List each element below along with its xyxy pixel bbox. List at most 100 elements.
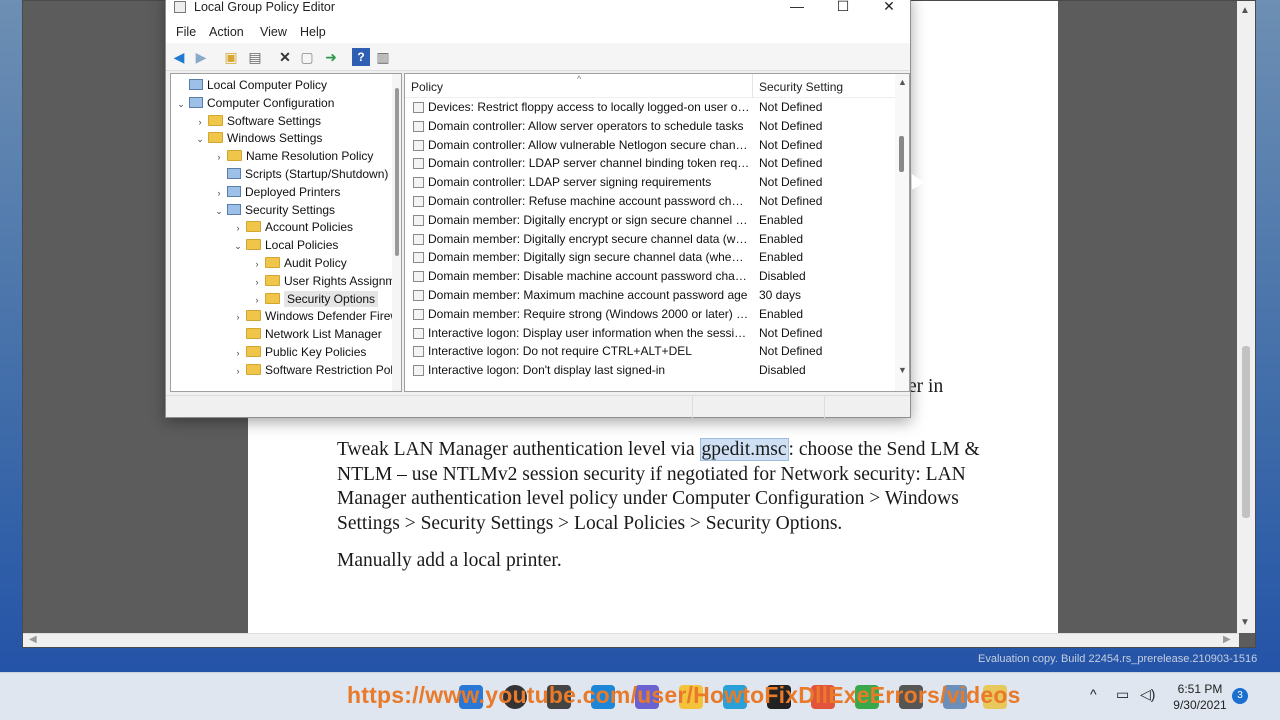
tree-node[interactable]: ⌄ Local Policies: [230, 236, 338, 254]
security-setting-value: Enabled: [759, 306, 804, 321]
menu-bar: File Action View Help: [166, 21, 910, 43]
scroll-up-icon[interactable]: ▲: [1240, 5, 1250, 16]
policy-row[interactable]: Interactive logon: Do not require CTRL+A…: [405, 342, 895, 361]
policy-row[interactable]: Domain member: Disable machine account p…: [405, 267, 895, 286]
policy-row[interactable]: Domain member: Digitally sign secure cha…: [405, 248, 895, 267]
tree-node[interactable]: › Windows Defender Firewall: [230, 307, 402, 325]
volume-icon[interactable]: ◁): [1140, 686, 1155, 703]
highlighted-text[interactable]: gpedit.msc: [699, 438, 789, 461]
scroll-left-icon[interactable]: ◀: [29, 634, 37, 645]
security-setting-value: Disabled: [759, 363, 806, 378]
chevron-right-icon[interactable]: ›: [230, 219, 246, 237]
menu-help[interactable]: Help: [300, 25, 326, 39]
security-setting-value: Not Defined: [759, 325, 823, 340]
tree-scroll-thumb[interactable]: [395, 88, 399, 256]
tree-node[interactable]: Local Computer Policy: [173, 76, 327, 94]
tree-node-label: Security Settings: [245, 202, 336, 217]
policy-row[interactable]: Domain controller: Allow server operator…: [405, 117, 895, 136]
policy-row[interactable]: Devices: Restrict floppy access to local…: [405, 98, 895, 117]
chevron-right-icon[interactable]: ›: [249, 291, 265, 309]
clock[interactable]: 6:51 PM 9/30/2021: [1168, 681, 1232, 713]
chevron-right-icon[interactable]: ›: [249, 273, 265, 291]
menu-view[interactable]: View: [260, 25, 287, 39]
forward-arrow-icon[interactable]: ▶: [192, 48, 210, 66]
status-bar: [166, 395, 910, 418]
tree-node[interactable]: › Software Restriction Policies: [230, 361, 402, 379]
export-icon[interactable]: ➜: [322, 48, 340, 66]
policy-row[interactable]: Domain member: Digitally encrypt secure …: [405, 230, 895, 249]
column-header-policy[interactable]: Policy: [411, 80, 443, 94]
policy-row[interactable]: Domain member: Maximum machine account p…: [405, 286, 895, 305]
policy-name: Interactive logon: Don't display last si…: [428, 363, 666, 378]
tree-node[interactable]: › Audit Policy: [249, 254, 347, 272]
gpedit-app-icon: [174, 1, 186, 13]
document-paragraph: Tweak LAN Manager authentication level v…: [337, 438, 987, 536]
scroll-right-icon[interactable]: ▶: [1223, 634, 1231, 645]
security-setting-value: Not Defined: [759, 175, 823, 190]
scroll-down-icon[interactable]: ▼: [898, 365, 907, 375]
column-header-security-setting[interactable]: Security Setting: [759, 80, 843, 94]
close-button[interactable]: ✕: [866, 0, 912, 18]
chevron-right-icon[interactable]: ›: [211, 184, 227, 202]
tree-node[interactable]: ⌄ Computer Configuration: [173, 94, 334, 112]
view-icon[interactable]: ▥: [374, 48, 392, 66]
scroll-down-icon[interactable]: ▼: [1240, 617, 1250, 628]
chevron-down-icon[interactable]: ⌄: [173, 95, 189, 113]
policy-name: Domain controller: Allow vulnerable Netl…: [428, 137, 750, 152]
chevron-down-icon[interactable]: ⌄: [211, 202, 227, 220]
tree-node[interactable]: › User Rights Assignment: [249, 272, 402, 290]
policy-row[interactable]: Interactive logon: Display user informat…: [405, 324, 895, 343]
policy-row[interactable]: Domain member: Require strong (Windows 2…: [405, 305, 895, 324]
page-horizontal-scrollbar[interactable]: ◀ ▶: [23, 633, 1239, 647]
chevron-right-icon[interactable]: ›: [249, 255, 265, 273]
tree-node[interactable]: ⌄ Windows Settings: [192, 129, 322, 147]
tree-node[interactable]: Network List Manager: [230, 325, 382, 343]
chevron-right-icon[interactable]: ›: [230, 308, 246, 326]
show-hide-tree-icon[interactable]: ▤: [246, 48, 264, 66]
scroll-up-icon[interactable]: ▲: [898, 77, 907, 87]
page-vertical-scrollbar[interactable]: ▲ ▼: [1237, 1, 1255, 633]
security-setting-value: Not Defined: [759, 100, 823, 114]
tree-node[interactable]: › Name Resolution Policy: [211, 147, 374, 166]
policy-row[interactable]: Domain controller: LDAP server signing r…: [405, 173, 895, 192]
properties-icon[interactable]: ▢: [298, 48, 316, 66]
policy-row[interactable]: Domain controller: LDAP server channel b…: [405, 154, 895, 173]
network-icon[interactable]: ▭: [1116, 686, 1129, 703]
tree-node[interactable]: › Software Settings: [192, 112, 322, 131]
tree-node[interactable]: › Deployed Printers: [211, 183, 341, 202]
minimize-button[interactable]: —: [774, 0, 820, 18]
maximize-button[interactable]: ☐: [820, 0, 866, 18]
chevron-right-icon[interactable]: ›: [230, 344, 246, 362]
tree-node[interactable]: Scripts (Startup/Shutdown): [211, 165, 388, 183]
tree-node[interactable]: ⌄ Security Settings: [211, 201, 335, 219]
page-scroll-thumb[interactable]: [1242, 346, 1250, 518]
policy-name: Interactive logon: Display user informat…: [428, 325, 750, 340]
chevron-right-icon[interactable]: ›: [211, 148, 227, 166]
notification-badge[interactable]: 3: [1232, 688, 1248, 704]
tree-node[interactable]: › Account Policies: [230, 218, 354, 237]
policy-icon: [413, 139, 424, 151]
tree-node[interactable]: › Security Options: [249, 290, 379, 309]
back-arrow-icon[interactable]: ◀: [170, 48, 188, 66]
tree-node[interactable]: › Public Key Policies: [230, 343, 367, 362]
up-folder-icon[interactable]: ▣: [222, 48, 240, 66]
title-bar[interactable]: Local Group Policy Editor — ☐ ✕: [166, 0, 910, 21]
policy-name: Domain member: Digitally encrypt or sign…: [428, 212, 750, 227]
menu-action[interactable]: Action: [209, 25, 244, 39]
policy-row[interactable]: Interactive logon: Don't display last si…: [405, 361, 895, 380]
chevron-down-icon[interactable]: ⌄: [192, 130, 208, 148]
column-divider[interactable]: [752, 74, 753, 98]
chevron-down-icon[interactable]: ⌄: [230, 237, 246, 255]
chevron-right-icon[interactable]: ›: [230, 362, 246, 380]
tree-scrollbar[interactable]: [392, 74, 401, 391]
policy-row[interactable]: Domain member: Digitally encrypt or sign…: [405, 211, 895, 230]
menu-file[interactable]: File: [176, 25, 196, 39]
chevron-up-icon[interactable]: ^: [1090, 686, 1097, 702]
chevron-right-icon[interactable]: ›: [192, 113, 208, 131]
policy-row[interactable]: Domain controller: Allow vulnerable Netl…: [405, 136, 895, 155]
help-icon[interactable]: ?: [352, 48, 370, 66]
policy-row[interactable]: Domain controller: Refuse machine accoun…: [405, 192, 895, 211]
delete-icon[interactable]: ✕: [276, 48, 294, 66]
list-scrollbar[interactable]: ▲ ▼: [895, 74, 909, 391]
list-scroll-thumb[interactable]: [899, 136, 904, 172]
